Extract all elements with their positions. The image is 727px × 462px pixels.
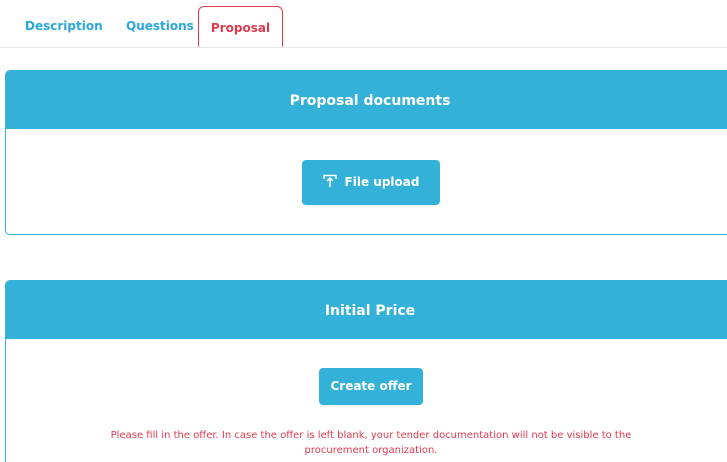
tab-divider (0, 47, 727, 48)
tab-bar: Description Questions Proposal (0, 0, 727, 48)
initial-price-panel: Initial Price Create offer Please fill i… (5, 280, 727, 462)
file-upload-label: File upload (344, 175, 420, 189)
offer-warning-message: Please fill in the offer. In case the of… (110, 430, 632, 456)
page: Description Questions Proposal Proposal … (0, 0, 727, 462)
proposal-documents-panel: Proposal documents File upload (5, 70, 727, 235)
tab-proposal[interactable]: Proposal (198, 6, 283, 47)
upload-icon (322, 162, 337, 187)
tab-description[interactable]: Description (25, 0, 103, 48)
initial-price-title: Initial Price (6, 281, 727, 339)
proposal-documents-title: Proposal documents (6, 71, 727, 129)
tab-questions[interactable]: Questions (126, 0, 194, 48)
file-upload-button[interactable]: File upload (302, 160, 440, 205)
create-offer-button[interactable]: Create offer (319, 368, 423, 405)
